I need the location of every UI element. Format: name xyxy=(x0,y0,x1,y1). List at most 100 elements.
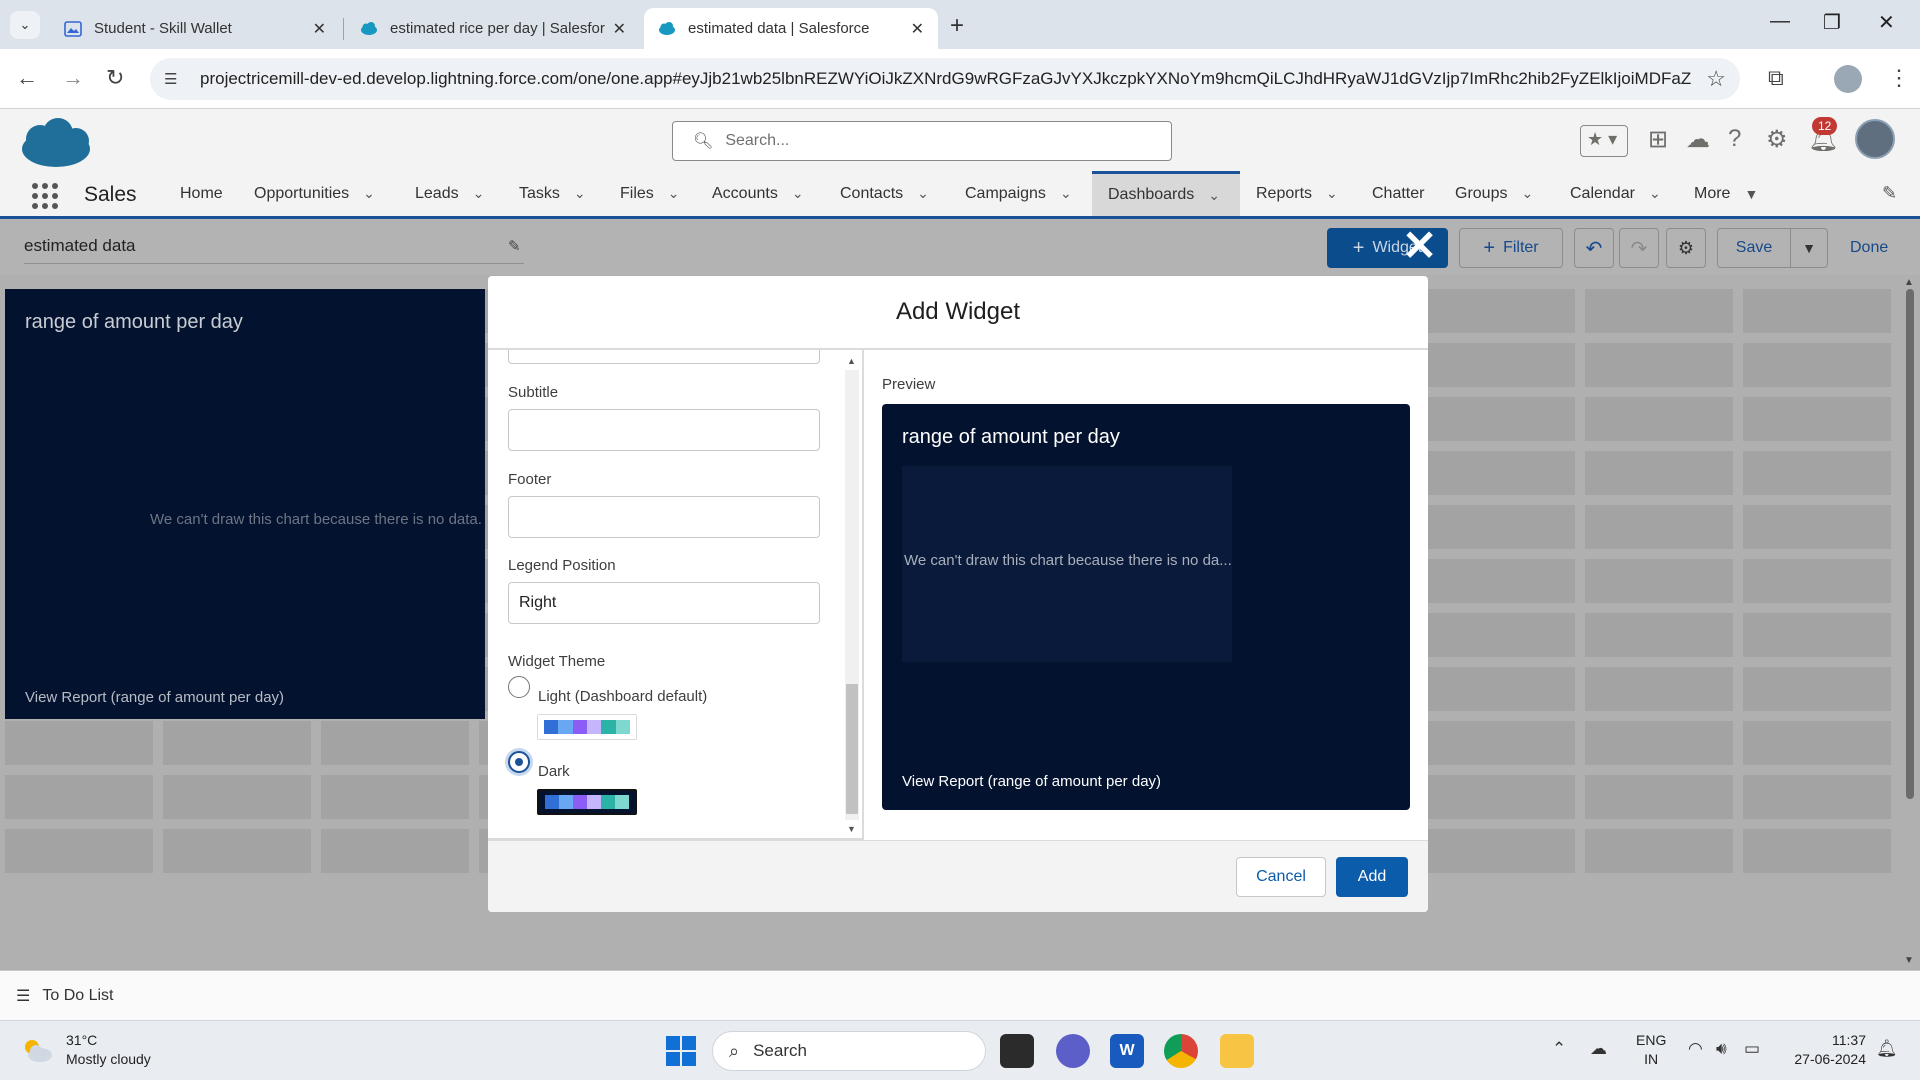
input-language[interactable]: ENG IN xyxy=(1636,1031,1666,1069)
extensions-puzzle-icon[interactable]: ⧉ xyxy=(1768,65,1784,91)
file-explorer-icon[interactable] xyxy=(1220,1034,1254,1068)
nav-item-opportunities[interactable]: Opportunities ⌄ xyxy=(254,171,375,216)
browser-tab-skill-wallet[interactable]: Student - Skill Wallet ✕ xyxy=(50,8,340,49)
nav-item-chatter[interactable]: Chatter xyxy=(1372,171,1424,216)
nav-item-accounts[interactable]: Accounts ⌄ xyxy=(712,171,804,216)
tab-search-dropdown[interactable]: ⌄ xyxy=(10,11,40,39)
theme-dark-radio[interactable] xyxy=(508,751,530,773)
new-tab-plus-icon[interactable]: + xyxy=(950,12,964,40)
nav-item-calendar[interactable]: Calendar ⌄ xyxy=(1570,171,1661,216)
tray-overflow-chevron-icon[interactable]: ⌃ xyxy=(1552,1039,1566,1059)
nav-item-tasks[interactable]: Tasks ⌄ xyxy=(519,171,586,216)
theme-dark-label[interactable]: Dark xyxy=(538,763,570,780)
salesforce-logo[interactable] xyxy=(18,117,94,169)
widget-report-link[interactable]: View Report (range of amount per day) xyxy=(25,689,284,706)
footer-input[interactable] xyxy=(508,496,820,538)
chevron-down-icon[interactable]: ⌄ xyxy=(1326,185,1338,202)
dashboard-widget[interactable]: range of amount per day We can't draw th… xyxy=(5,289,485,719)
nav-item-dashboards[interactable]: Dashboards ⌄ xyxy=(1092,171,1240,216)
forward-arrow-icon[interactable]: → xyxy=(62,65,84,91)
chevron-down-icon[interactable]: ⌄ xyxy=(1521,185,1533,202)
save-button[interactable]: Save xyxy=(1717,228,1791,268)
chevron-down-icon[interactable]: ⌄ xyxy=(917,185,929,202)
properties-gear-icon[interactable]: ⚙ xyxy=(1666,228,1706,268)
nav-item-leads[interactable]: Leads ⌄ xyxy=(415,171,484,216)
theme-dark-swatch[interactable] xyxy=(537,789,637,815)
todo-list-icon[interactable]: ☰ xyxy=(16,986,30,1006)
scroll-up-arrow-icon[interactable]: ▲ xyxy=(847,356,856,366)
caret-down-icon[interactable]: ▼ xyxy=(1744,186,1758,202)
system-clock[interactable]: 11:37 27-06-2024 xyxy=(1786,1031,1866,1069)
done-button[interactable]: Done xyxy=(1850,239,1888,257)
global-search-input[interactable]: 🔍︎ Search... xyxy=(672,121,1172,161)
chevron-down-icon[interactable]: ⌄ xyxy=(1649,185,1661,202)
chevron-down-icon[interactable]: ⌄ xyxy=(792,185,804,202)
notification-bell-icon[interactable]: 🔔︎ xyxy=(1876,1039,1898,1059)
close-x-icon[interactable]: ✕ xyxy=(1402,225,1437,267)
subtitle-input[interactable] xyxy=(508,409,820,451)
tab-close-icon[interactable]: ✕ xyxy=(613,19,626,39)
dashboard-name[interactable]: estimated data xyxy=(24,236,136,256)
tab-close-icon[interactable]: ✕ xyxy=(313,19,326,39)
chevron-down-icon[interactable]: ⌄ xyxy=(668,185,680,202)
window-close-icon[interactable]: ✕ xyxy=(1878,10,1895,35)
theme-light-swatch[interactable] xyxy=(537,714,637,740)
scrollbar-thumb[interactable] xyxy=(1906,289,1914,799)
wifi-icon[interactable]: ◠ xyxy=(1688,1039,1703,1059)
chrome-icon[interactable] xyxy=(1164,1034,1198,1068)
scroll-up-arrow-icon[interactable]: ▲ xyxy=(1904,277,1914,288)
teams-chat-icon[interactable] xyxy=(1056,1034,1090,1068)
properties-scrollbar[interactable]: ▲ ▼ xyxy=(842,350,860,840)
windows-start-icon[interactable] xyxy=(666,1036,696,1066)
title-input-partial[interactable] xyxy=(508,350,820,364)
scroll-down-arrow-icon[interactable]: ▼ xyxy=(847,824,856,834)
todo-list-label[interactable]: To Do List xyxy=(42,987,113,1005)
browser-menu-icon[interactable]: ⋮ xyxy=(1888,65,1910,91)
reload-icon[interactable]: ↻ xyxy=(106,65,124,91)
setup-gear-icon[interactable]: ⚙ xyxy=(1766,125,1788,154)
edit-pencil-icon[interactable]: ✎ xyxy=(508,237,521,255)
volume-icon[interactable]: 🔊︎ xyxy=(1716,1039,1727,1059)
redo-icon[interactable]: ↷ xyxy=(1619,228,1659,268)
edit-nav-pencil-icon[interactable]: ✎ xyxy=(1882,183,1897,204)
nav-item-contacts[interactable]: Contacts ⌄ xyxy=(840,171,929,216)
help-icon[interactable]: ? xyxy=(1728,125,1741,153)
taskbar-search-input[interactable]: ⌕ Search xyxy=(712,1031,986,1071)
chevron-down-icon[interactable]: ⌄ xyxy=(1060,185,1072,202)
chevron-down-icon[interactable]: ⌄ xyxy=(1208,187,1220,204)
nav-item-more[interactable]: More ▼ xyxy=(1694,171,1758,216)
site-info-icon[interactable]: ☰ xyxy=(164,68,186,90)
trailhead-icon[interactable]: ☁ xyxy=(1686,125,1710,154)
user-avatar[interactable] xyxy=(1855,119,1895,159)
nav-item-reports[interactable]: Reports ⌄ xyxy=(1256,171,1338,216)
theme-light-label[interactable]: Light (Dashboard default) xyxy=(538,688,707,705)
nav-item-campaigns[interactable]: Campaigns ⌄ xyxy=(965,171,1072,216)
battery-icon[interactable]: ▭ xyxy=(1744,1039,1760,1059)
onedrive-offline-icon[interactable]: ☁ xyxy=(1590,1039,1607,1059)
bookmark-star-icon[interactable]: ☆ xyxy=(1706,66,1726,92)
back-arrow-icon[interactable]: ← xyxy=(16,65,38,91)
chevron-down-icon[interactable]: ⌄ xyxy=(574,185,586,202)
favorites-star-icon[interactable]: ★ ▾ xyxy=(1580,125,1628,157)
theme-light-radio[interactable] xyxy=(508,676,530,698)
cancel-button[interactable]: Cancel xyxy=(1236,857,1326,897)
nav-item-home[interactable]: Home xyxy=(180,171,223,216)
chevron-down-icon[interactable]: ⌄ xyxy=(363,185,375,202)
add-filter-button[interactable]: + Filter xyxy=(1459,228,1563,268)
page-scrollbar[interactable]: ▲ ▼ xyxy=(1900,275,1920,970)
browser-tab-estimated-data[interactable]: estimated data | Salesforce ✕ xyxy=(644,8,938,49)
browser-tab-estimated-rice[interactable]: estimated rice per day | Salesfor ✕ xyxy=(346,8,640,49)
minimize-icon[interactable]: — xyxy=(1770,10,1790,33)
restore-icon[interactable]: ❐ xyxy=(1823,10,1841,35)
legend-position-select[interactable]: Right xyxy=(508,582,820,624)
url-bar[interactable]: ☰ projectricemill-dev-ed.develop.lightni… xyxy=(150,58,1740,100)
save-options-chevron-down-icon[interactable]: ▼ xyxy=(1790,228,1828,268)
profile-avatar[interactable] xyxy=(1834,65,1862,93)
weather-widget[interactable]: 31°C Mostly cloudy xyxy=(20,1031,151,1069)
tab-close-icon[interactable]: ✕ xyxy=(911,19,924,39)
task-view-icon[interactable] xyxy=(1000,1034,1034,1068)
nav-item-groups[interactable]: Groups ⌄ xyxy=(1455,171,1533,216)
word-icon[interactable]: W xyxy=(1110,1034,1144,1068)
nav-item-files[interactable]: Files ⌄ xyxy=(620,171,680,216)
app-launcher-icon[interactable] xyxy=(32,183,58,209)
